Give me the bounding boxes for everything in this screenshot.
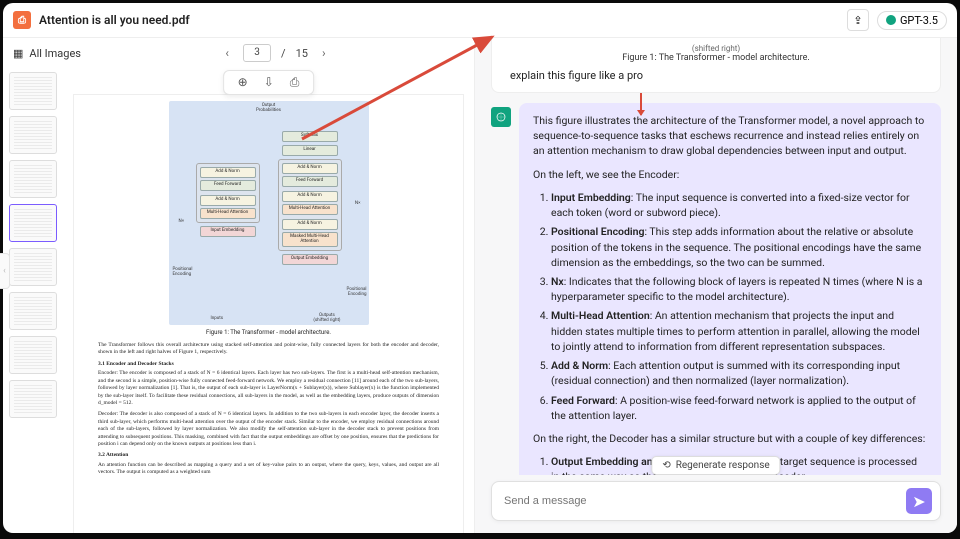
fig-mha: Multi-Head Attention — [282, 204, 338, 215]
pdf-page: Output Probabilities Softmax Linear Add … — [73, 94, 464, 533]
openai-icon — [495, 111, 507, 123]
expand-handle[interactable]: ‹ — [3, 253, 10, 289]
thumbnail[interactable] — [9, 292, 57, 330]
images-icon: ▦ — [13, 47, 23, 60]
app-icon: ⎙ — [13, 11, 31, 29]
annotation-arrow-small — [640, 93, 642, 115]
all-images-label[interactable]: All Images — [29, 47, 81, 60]
thumbnail[interactable] — [9, 72, 57, 110]
thumbnail[interactable] — [9, 160, 57, 198]
page-separator: / — [281, 47, 286, 60]
message-input[interactable] — [504, 495, 906, 507]
next-page-button[interactable]: › — [318, 46, 330, 60]
list-item: Positional Encoding: This step adds info… — [551, 224, 927, 270]
share-button[interactable]: ⇪ — [847, 9, 869, 31]
model-dot-icon — [886, 15, 896, 25]
paper-paragraph: An attention function can be described a… — [98, 462, 439, 477]
list-item: Multi-Head Attention: An attention mecha… — [551, 308, 927, 354]
paper-section-heading: 3.1 Encoder and Decoder Stacks — [98, 361, 439, 368]
thumbnail[interactable] — [9, 116, 57, 154]
fig-pe-right: Positional Encoding — [347, 287, 367, 297]
fig-nx-right: N× — [355, 201, 361, 206]
ai-right-heading: On the right, the Decoder has a similar … — [533, 431, 927, 446]
fig-in-emb: Input Embedding — [200, 226, 256, 237]
fig-output-prob: Output Probabilities — [169, 103, 369, 113]
user-message: (shifted right) Figure 1: The Transforme… — [491, 38, 941, 93]
page-total: 15 — [296, 47, 308, 60]
regenerate-label: Regenerate response — [676, 460, 770, 471]
fig-inputs: Inputs — [211, 316, 224, 321]
send-icon: ➤ — [912, 492, 925, 511]
model-selector[interactable]: GPT-3.5 — [877, 11, 947, 30]
assistant-avatar — [491, 107, 511, 127]
fig-addnorm: Add & Norm — [200, 195, 256, 206]
send-button[interactable]: ➤ — [906, 488, 932, 514]
list-item: Nx: Indicates that the following block o… — [551, 274, 927, 304]
paper-section-heading: 3.2 Attention — [98, 452, 439, 459]
paper-paragraph: Decoder: The decoder is also composed of… — [98, 411, 439, 448]
fig-masked: Masked Multi-Head Attention — [282, 232, 338, 248]
message-input-container: ➤ — [491, 481, 941, 521]
paper-paragraph: Encoder: The encoder is composed of a st… — [98, 370, 439, 407]
ai-left-heading: On the left, we see the Encoder: — [533, 167, 927, 182]
download-icon[interactable]: ⇩ — [264, 75, 274, 90]
fig-softmax: Softmax — [282, 131, 338, 142]
print-icon[interactable]: ⎙ — [290, 75, 300, 90]
thumbnail[interactable] — [9, 248, 57, 286]
prev-page-button[interactable]: ‹ — [221, 46, 233, 60]
list-item: Input Embedding: The input sequence is c… — [551, 190, 927, 220]
fig-addnorm: Add & Norm — [200, 167, 256, 178]
fig-nx-left: N× — [179, 219, 185, 224]
figure-caption: Figure 1: The Transformer - model archit… — [74, 329, 463, 336]
regenerate-button[interactable]: ⟲ Regenerate response — [651, 456, 780, 475]
fig-mha: Multi-Head Attention — [200, 208, 256, 219]
pdf-toolbar: ⊕ ⇩ ⎙ — [223, 70, 315, 95]
thumbnail-active[interactable] — [9, 204, 57, 242]
thumbnail[interactable] — [9, 336, 57, 374]
fig-outputs: Outputs (shifted right) — [313, 313, 340, 323]
quoted-caption: Figure 1: The Transformer - model archit… — [510, 53, 922, 63]
fig-ff: Feed Forward — [282, 176, 338, 187]
fig-addnorm: Add & Norm — [282, 219, 338, 230]
fig-out-emb: Output Embedding — [282, 254, 338, 265]
thumbnail-strip — [3, 68, 63, 533]
list-item: Feed Forward: A position-wise feed-forwa… — [551, 393, 927, 423]
fig-addnorm: Add & Norm — [282, 191, 338, 202]
quoted-shifted: (shifted right) — [510, 44, 922, 53]
assistant-message: This figure illustrates the architecture… — [519, 103, 941, 475]
fig-linear: Linear — [282, 145, 338, 156]
document-title: Attention is all you need.pdf — [39, 13, 839, 27]
ai-intro: This figure illustrates the architecture… — [533, 113, 927, 159]
share-icon: ⇪ — [853, 14, 862, 27]
model-label: GPT-3.5 — [900, 14, 938, 27]
fig-addnorm: Add & Norm — [282, 163, 338, 174]
refresh-icon: ⟲ — [662, 460, 670, 471]
paper-paragraph: The Transformer follows this overall arc… — [98, 342, 439, 357]
fig-ff: Feed Forward — [200, 180, 256, 191]
fig-pe-left: Positional Encoding — [173, 267, 193, 277]
user-prompt-text: explain this figure like a pro — [510, 69, 922, 82]
list-item: Add & Norm: Each attention output is sum… — [551, 358, 927, 388]
encoder-list: Input Embedding: The input sequence is c… — [533, 190, 927, 423]
zoom-icon[interactable]: ⊕ — [238, 75, 248, 90]
page-current-input[interactable]: 3 — [243, 44, 271, 62]
thumbnail[interactable] — [9, 380, 57, 418]
